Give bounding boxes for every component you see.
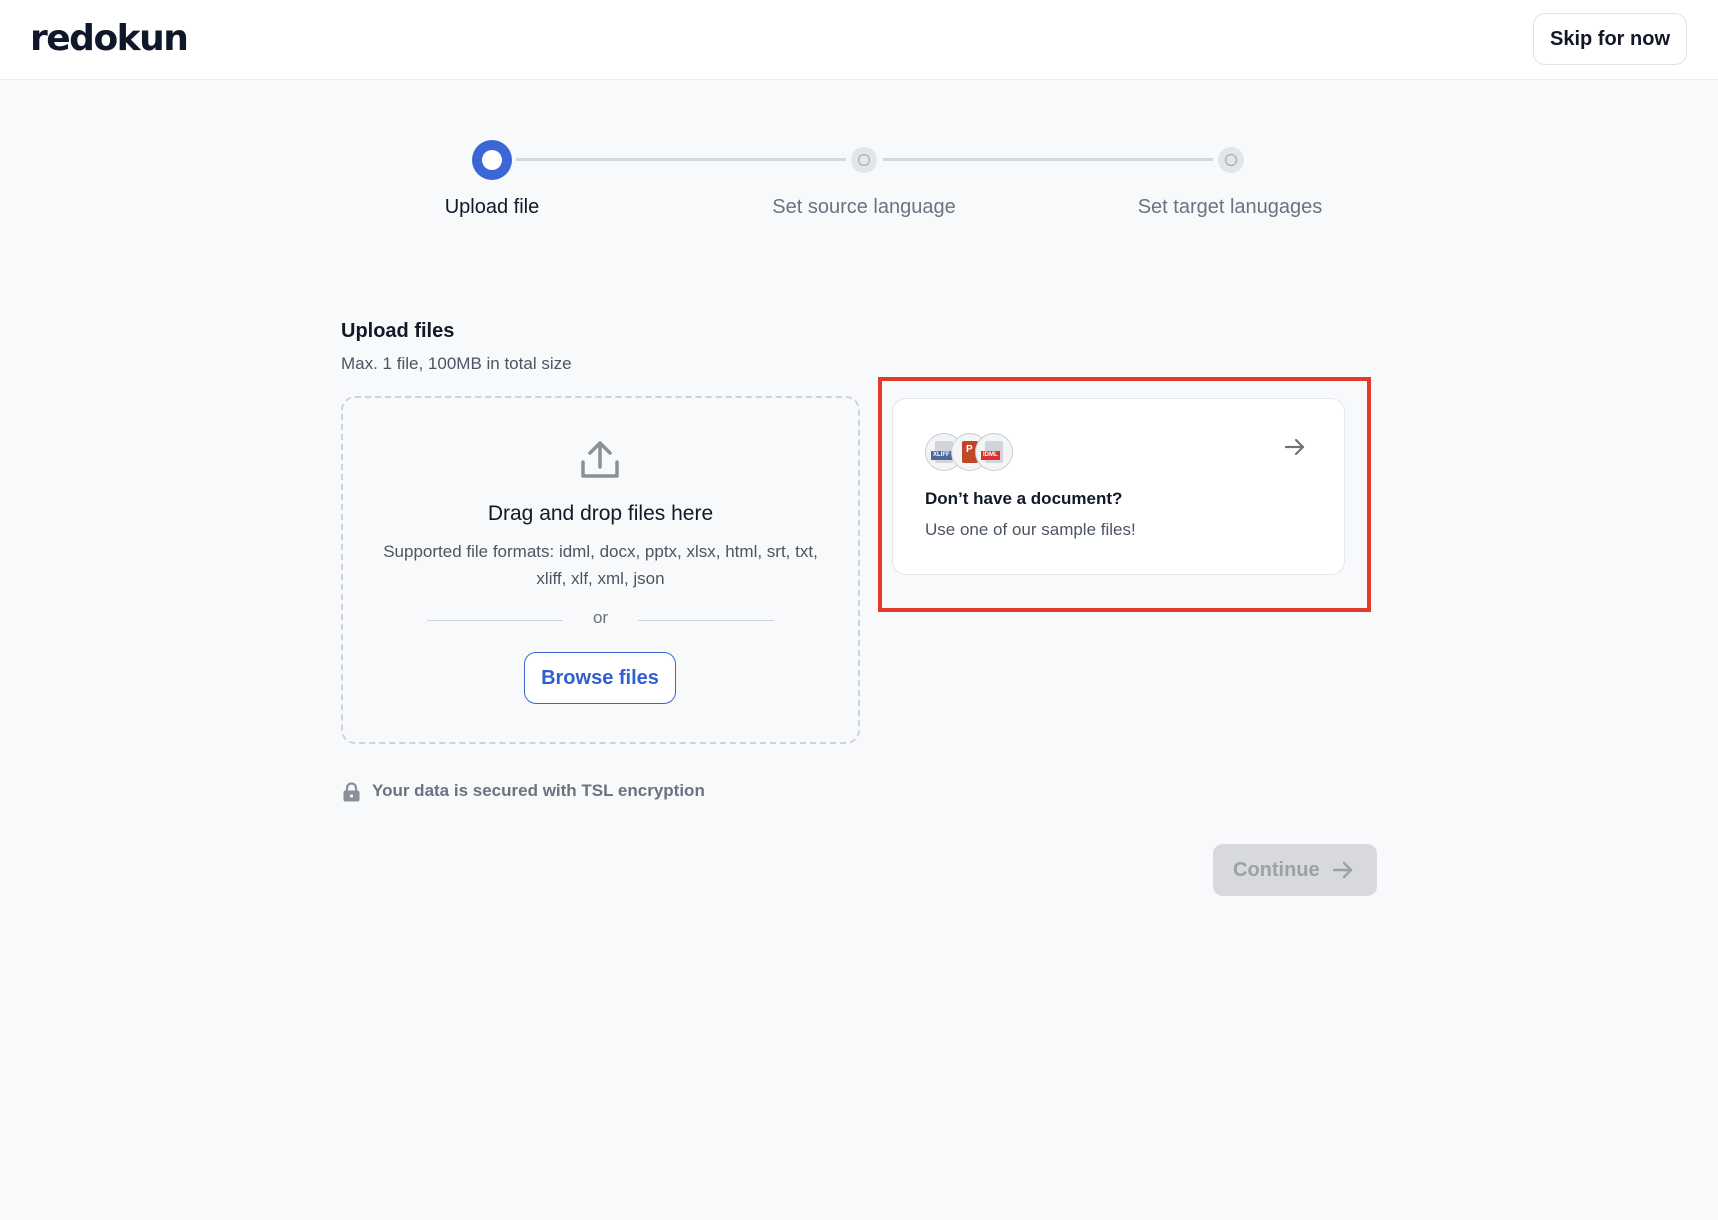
divider-right xyxy=(638,620,774,621)
sample-files-card[interactable]: XLIFF P IDML Don’t have a document? Use … xyxy=(892,398,1345,575)
step-label-source-language: Set source language xyxy=(772,196,956,218)
idml-file-icon: IDML xyxy=(975,433,1013,471)
continue-label: Continue xyxy=(1233,858,1320,881)
sample-file-icons: XLIFF P IDML xyxy=(925,433,1015,471)
redokun-logo[interactable]: redokun xyxy=(30,18,189,59)
skip-for-now-button[interactable]: Skip for now xyxy=(1533,13,1687,65)
continue-button[interactable]: Continue xyxy=(1213,844,1377,896)
lock-icon xyxy=(343,782,360,802)
step-target-languages-indicator xyxy=(1218,147,1244,173)
drag-drop-title: Drag and drop files here xyxy=(487,502,714,525)
top-header: redokun Skip for now xyxy=(0,0,1718,80)
sample-card-title: Don’t have a document? xyxy=(925,489,1123,508)
upload-limits-text: Max. 1 file, 100MB in total size xyxy=(341,354,572,373)
supported-formats-text: Supported file formats: idml, docx, pptx… xyxy=(383,542,818,588)
browse-files-button[interactable]: Browse files xyxy=(524,652,676,704)
security-note: Your data is secured with TSL encryption xyxy=(372,781,705,800)
upload-files-heading: Upload files xyxy=(341,320,455,342)
upload-icon xyxy=(581,441,619,478)
step-upload-indicator xyxy=(472,140,512,180)
or-separator: or xyxy=(592,608,609,627)
arrow-right-icon xyxy=(1332,861,1353,879)
arrow-right-icon xyxy=(1284,438,1305,456)
step-label-upload-file: Upload file xyxy=(444,196,540,218)
step-connector-1 xyxy=(516,158,846,161)
step-source-language-indicator xyxy=(851,147,877,173)
step-connector-2 xyxy=(883,158,1213,161)
sample-card-subtitle: Use one of our sample files! xyxy=(925,520,1136,539)
file-dropzone[interactable]: Drag and drop files here Supported file … xyxy=(341,396,860,744)
step-label-target-languages: Set target lanugages xyxy=(1137,196,1323,218)
